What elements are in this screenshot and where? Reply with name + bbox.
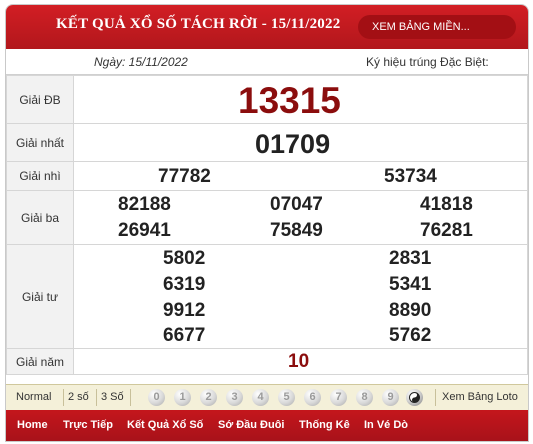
- third-prize-number: 07047: [270, 194, 323, 215]
- digit-6-ball[interactable]: 6: [304, 389, 321, 406]
- prize-row-third: Giải ba 82188 07047 41818 26941 75849 76…: [6, 190, 528, 245]
- third-prize-number: 76281: [420, 220, 473, 241]
- fifth-prize-number: 10: [288, 351, 310, 372]
- nav-item-home[interactable]: Home: [17, 419, 48, 431]
- fourth-prize-number: 5341: [389, 274, 432, 295]
- prize-label: Giải tư: [6, 244, 74, 349]
- bottom-nav: Home Trực Tiếp Kết Quả Xổ Số Sớ Đầu Đuôi…: [6, 410, 528, 441]
- fourth-prize-number: 8890: [389, 300, 432, 321]
- header-bar: KẾT QUẢ XỔ SỐ TÁCH RỜI - 15/11/2022 XEM …: [6, 5, 528, 49]
- yin-yang-icon[interactable]: [406, 389, 423, 406]
- nav-item-statistics[interactable]: Thống Kê: [299, 419, 350, 431]
- mode-three-digits-button[interactable]: 3 Số: [101, 391, 124, 403]
- third-prize-number: 41818: [420, 194, 473, 215]
- view-loto-button[interactable]: Xem Bảng Loto: [442, 391, 518, 403]
- digit-4-ball[interactable]: 4: [252, 389, 269, 406]
- display-mode-bar: Normal 2 số 3 Số 0 1 2 3 4 5 6 7 8 9 Xem…: [6, 384, 528, 410]
- third-prize-number: 82188: [118, 194, 171, 215]
- prize-label: Giải nhất: [6, 123, 74, 162]
- prize-numbers-cell: 13315: [73, 75, 528, 124]
- prize-row-special: Giải ĐB 13315: [6, 75, 528, 124]
- prize-row-second: Giải nhì 77782 53734: [6, 161, 528, 191]
- prize-numbers-cell: 10: [73, 348, 528, 375]
- fourth-prize-number: 2831: [389, 248, 432, 269]
- first-prize-number: 01709: [255, 129, 331, 159]
- prize-row-first: Giải nhất 01709: [6, 123, 528, 162]
- digit-0-ball[interactable]: 0: [148, 389, 165, 406]
- second-prize-number: 77782: [158, 166, 211, 187]
- digit-1-ball[interactable]: 1: [174, 389, 191, 406]
- prize-numbers-cell: 5802 2831 6319 5341 9912 8890 6677 5762: [73, 244, 528, 349]
- page-title: KẾT QUẢ XỔ SỐ TÁCH RỜI - 15/11/2022: [56, 16, 341, 32]
- divider: [96, 389, 97, 406]
- digit-7-ball[interactable]: 7: [330, 389, 347, 406]
- special-prize-number: 13315: [238, 80, 341, 121]
- prize-numbers-cell: 82188 07047 41818 26941 75849 76281: [73, 190, 528, 245]
- fourth-prize-number: 5802: [163, 248, 206, 269]
- divider: [130, 389, 131, 406]
- prize-row-fifth: Giải năm 10: [6, 348, 528, 375]
- prize-numbers-cell: 01709: [73, 123, 528, 162]
- nav-item-head-tail[interactable]: Sớ Đầu Đuôi: [218, 419, 285, 431]
- digit-8-ball[interactable]: 8: [356, 389, 373, 406]
- results-table: Giải ĐB 13315 Giải nhất 01709 Giải nhì 7…: [6, 75, 528, 375]
- prize-label: Giải năm: [6, 348, 74, 375]
- digit-2-ball[interactable]: 2: [200, 389, 217, 406]
- prize-label: Giải nhì: [6, 161, 74, 191]
- digit-3-ball[interactable]: 3: [226, 389, 243, 406]
- nav-item-print-ticket[interactable]: In Vé Dò: [364, 419, 408, 431]
- mode-two-digits-button[interactable]: 2 số: [68, 391, 89, 403]
- prize-numbers-cell: 77782 53734: [73, 161, 528, 191]
- divider: [63, 389, 64, 406]
- nav-item-live[interactable]: Trực Tiếp: [63, 419, 113, 431]
- lottery-result-panel: KẾT QUẢ XỔ SỐ TÁCH RỜI - 15/11/2022 XEM …: [5, 4, 529, 442]
- digit-9-ball[interactable]: 9: [382, 389, 399, 406]
- fourth-prize-number: 6319: [163, 274, 206, 295]
- third-prize-number: 26941: [118, 220, 171, 241]
- mode-normal-button[interactable]: Normal: [16, 391, 51, 403]
- fourth-prize-number: 6677: [163, 325, 206, 346]
- prize-label: Giải ba: [6, 190, 74, 245]
- prize-label: Giải ĐB: [6, 75, 74, 124]
- nav-item-results[interactable]: Kết Quả Xổ Số: [127, 419, 203, 431]
- third-prize-number: 75849: [270, 220, 323, 241]
- divider: [435, 389, 436, 406]
- fourth-prize-number: 5762: [389, 325, 432, 346]
- date-bar: Ngày: 15/11/2022 Ký hiệu trúng Đặc Biệt:: [6, 49, 528, 75]
- second-prize-number: 53734: [384, 166, 437, 187]
- prize-row-fourth: Giải tư 5802 2831 6319 5341 9912 8890 66…: [6, 244, 528, 349]
- draw-date: Ngày: 15/11/2022: [94, 55, 188, 69]
- fourth-prize-number: 9912: [163, 300, 206, 321]
- digit-5-ball[interactable]: 5: [278, 389, 295, 406]
- view-region-button[interactable]: XEM BẢNG MIỀN...: [358, 15, 516, 39]
- special-symbol-label: Ký hiệu trúng Đặc Biệt:: [366, 55, 489, 69]
